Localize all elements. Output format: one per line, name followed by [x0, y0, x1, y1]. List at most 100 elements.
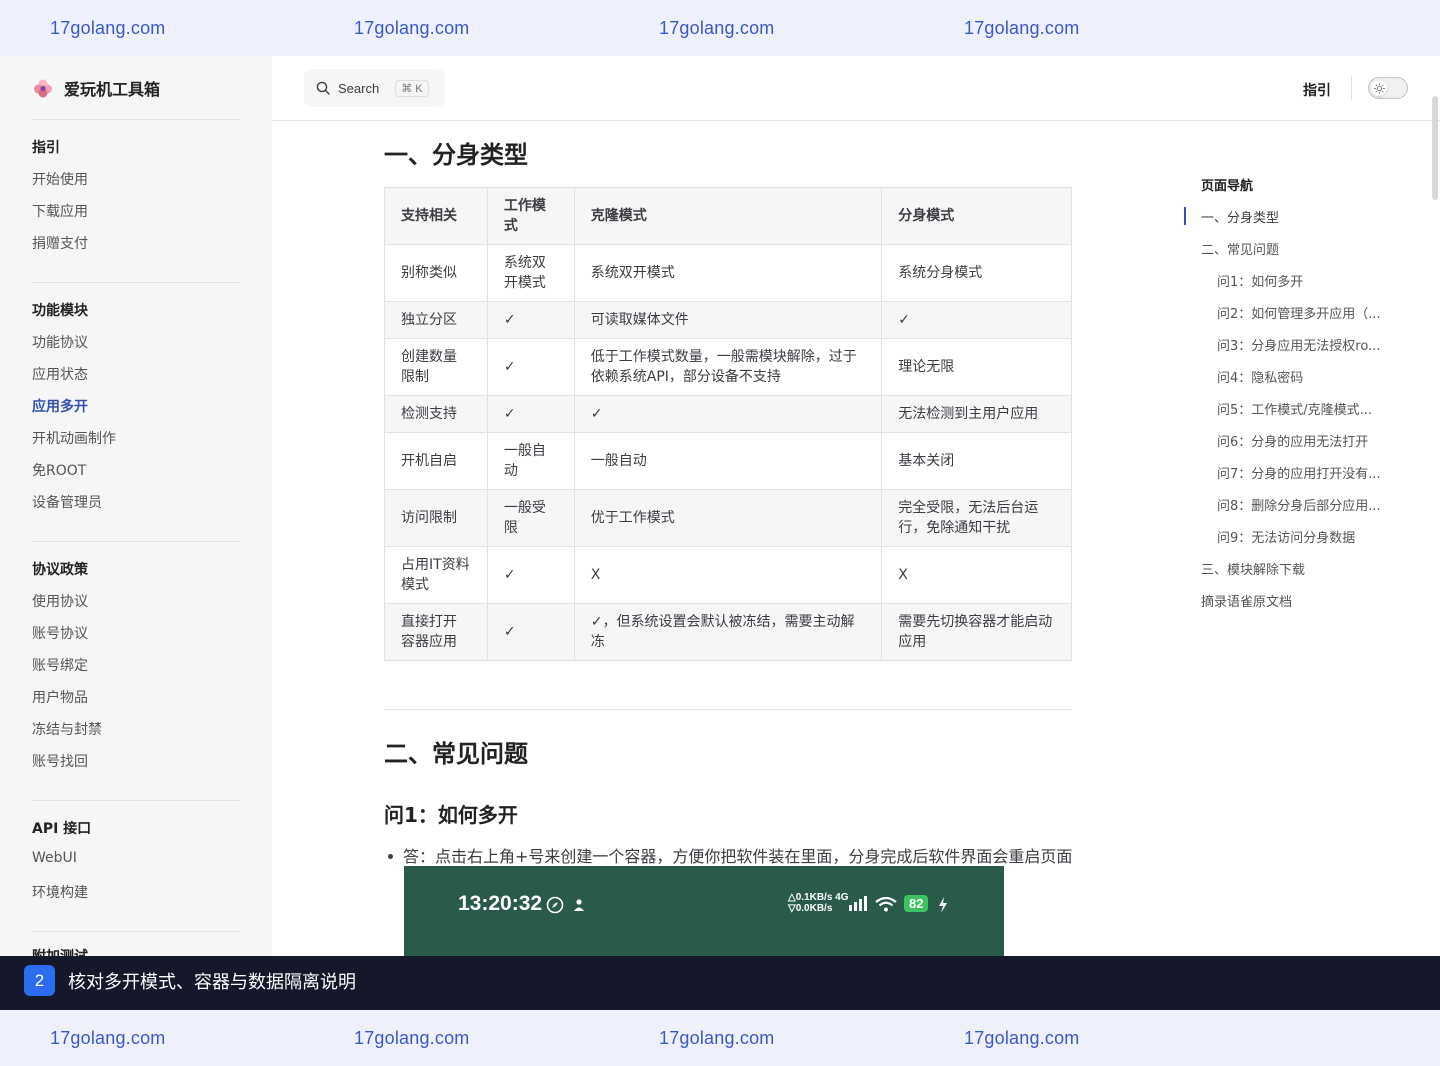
- sidebar-item[interactable]: 免ROOT: [32, 460, 86, 480]
- watermark-bar-bottom: 17golang.com 17golang.com 17golang.com 1…: [0, 1010, 1440, 1066]
- table-cell: 系统双开模式: [573, 244, 883, 302]
- watermark-text: 17golang.com: [50, 17, 166, 38]
- table-row: 直接打开容器应用 ✓ ✓，但系统设置会默认被冻结，需要主动解冻 需要先切换容器才…: [384, 603, 1072, 661]
- nav-divider: [1351, 76, 1352, 100]
- outline-link[interactable]: 问6：分身的应用无法打开: [1217, 431, 1368, 450]
- outline-link[interactable]: 二、常见问题: [1201, 239, 1279, 258]
- table-header-cell: 分身模式: [881, 187, 1072, 245]
- outline-link[interactable]: 问1：如何多开: [1217, 271, 1303, 290]
- table-cell: 直接打开容器应用: [384, 603, 488, 661]
- sidebar-item-active[interactable]: 应用多开: [32, 396, 88, 416]
- watermark-bar-top: 17golang.com 17golang.com 17golang.com 1…: [0, 0, 1440, 56]
- table-row: 开机自启 一般自动 一般自动 基本关闭: [384, 432, 1072, 490]
- outline-link[interactable]: 摘录语雀原文档: [1201, 591, 1292, 610]
- sidebar-divider: [32, 931, 240, 932]
- table-cell: 开机自启: [384, 432, 488, 490]
- watermark-text: 17golang.com: [659, 1027, 775, 1048]
- outline-link[interactable]: 三、模块解除下载: [1201, 559, 1305, 578]
- search-shortcut-badge: ⌘ K: [395, 79, 429, 97]
- bullet-icon: [388, 854, 393, 859]
- sidebar-item[interactable]: 设备管理员: [32, 492, 102, 512]
- table-cell: ✓: [486, 395, 575, 433]
- table-cell: ✓: [486, 301, 575, 339]
- net-upload: △0.1KB/s 4G: [788, 892, 849, 903]
- step-caption-text: 核对多开模式、容器与数据隔离说明: [68, 972, 356, 993]
- sidebar-item[interactable]: 账号绑定: [32, 655, 88, 675]
- watermark-text: 17golang.com: [354, 17, 470, 38]
- sidebar-item[interactable]: 冻结与封禁: [32, 719, 102, 739]
- outline-active-marker: [1184, 207, 1186, 225]
- table-cell: 一般受限: [486, 489, 575, 547]
- toggle-knob: [1371, 80, 1387, 96]
- sidebar-item[interactable]: 捐赠支付: [32, 233, 88, 253]
- compass-icon: [546, 896, 564, 914]
- sidebar-item[interactable]: 应用状态: [32, 364, 88, 384]
- sidebar-divider: [32, 541, 240, 542]
- network-speed: △0.1KB/s 4G ▽0.0KB/s: [788, 892, 849, 914]
- outline-link[interactable]: 问2：如何管理多开应用（...: [1217, 303, 1381, 322]
- search-icon: [316, 81, 330, 95]
- sidebar-item[interactable]: 账号找回: [32, 751, 88, 771]
- scrollbar-thumb[interactable]: [1432, 96, 1438, 200]
- sidebar-group-title[interactable]: 附加测试: [32, 946, 88, 956]
- table-header-row: 支持相关 工作模式 克隆模式 分身模式: [384, 187, 1072, 245]
- sidebar-item[interactable]: 使用协议: [32, 591, 88, 611]
- outline-link-active[interactable]: 一、分身类型: [1201, 207, 1279, 226]
- section-divider: [384, 709, 1072, 710]
- table-cell: 无法检测到主用户应用: [881, 395, 1072, 433]
- watermark-text: 17golang.com: [354, 1027, 470, 1048]
- outline-link[interactable]: 问3：分身应用无法授权ro...: [1217, 335, 1380, 354]
- sidebar-item[interactable]: 开机动画制作: [32, 428, 116, 448]
- table-cell: 需要先切换容器才能启动应用: [881, 603, 1072, 661]
- outline-link[interactable]: 问9：无法访问分身数据: [1217, 527, 1355, 546]
- sidebar-group-title[interactable]: 指引: [32, 137, 60, 157]
- sidebar: 爱玩机工具箱 指引 开始使用 下载应用 捐赠支付 功能模块 功能协议 应用状态 …: [0, 56, 272, 956]
- outline-title: 页面导航: [1201, 179, 1254, 194]
- sidebar-group-title[interactable]: 功能模块: [32, 300, 88, 320]
- table-cell: ✓: [486, 603, 575, 661]
- table-cell: 独立分区: [384, 301, 488, 339]
- section-title: 一、分身类型: [384, 141, 528, 169]
- outline-link[interactable]: 问8：删除分身后部分应用...: [1217, 495, 1381, 514]
- table-cell: 系统双开模式: [486, 244, 575, 302]
- table-cell: 一般自动: [486, 432, 575, 490]
- brand-link[interactable]: 爱玩机工具箱: [32, 76, 160, 100]
- theme-toggle[interactable]: [1368, 77, 1408, 99]
- watermark-text: 17golang.com: [964, 1027, 1080, 1048]
- sun-icon: [1373, 82, 1385, 94]
- table-cell: 基本关闭: [881, 432, 1072, 490]
- table-cell: 一般自动: [573, 432, 883, 490]
- table-row: 访问限制 一般受限 优于工作模式 完全受限，无法后台运行，免除通知干扰: [384, 489, 1072, 547]
- outline-link[interactable]: 问7：分身的应用打开没有...: [1217, 463, 1381, 482]
- answer-text: 答：点击右上角+号来创建一个容器，方便你把软件装在里面，分身完成后软件界面会重启…: [403, 847, 1073, 866]
- sidebar-divider: [32, 119, 240, 120]
- sidebar-item[interactable]: 环境构建: [32, 882, 88, 902]
- sidebar-group-title[interactable]: API 接口: [32, 818, 91, 838]
- outline-link[interactable]: 问4：隐私密码: [1217, 367, 1303, 386]
- sidebar-item[interactable]: WebUI: [32, 850, 77, 866]
- net-download: ▽0.0KB/s: [788, 903, 833, 914]
- signal-bars-icon: [849, 896, 867, 911]
- table-cell: ✓: [486, 546, 575, 604]
- outline-link[interactable]: 问5：工作模式/克隆模式...: [1217, 399, 1372, 418]
- table-cell: 完全受限，无法后台运行，免除通知干扰: [881, 489, 1072, 547]
- sidebar-group-title[interactable]: 协议政策: [32, 559, 88, 579]
- nav-link-guide[interactable]: 指引: [1303, 80, 1331, 100]
- sidebar-item[interactable]: 开始使用: [32, 169, 88, 189]
- sidebar-item[interactable]: 功能协议: [32, 332, 88, 352]
- wifi-icon: [875, 896, 897, 912]
- sidebar-item[interactable]: 账号协议: [32, 623, 88, 643]
- watermark-text: 17golang.com: [964, 17, 1080, 38]
- table-header-cell: 支持相关: [384, 187, 488, 245]
- watermark-text: 17golang.com: [50, 1027, 166, 1048]
- sidebar-item[interactable]: 用户物品: [32, 687, 88, 707]
- brand-title: 爱玩机工具箱: [64, 80, 161, 99]
- table-cell: 理论无限: [881, 338, 1072, 396]
- step-number-badge: 2: [24, 965, 55, 996]
- table-cell: 别称类似: [384, 244, 488, 302]
- table-cell: 优于工作模式: [573, 489, 883, 547]
- section-title: 二、常见问题: [384, 740, 528, 768]
- sidebar-item[interactable]: 下载应用: [32, 201, 88, 221]
- table-cell: 低于工作模式数量，一般需模块解除，过于依赖系统API，部分设备不支持: [573, 338, 883, 396]
- search-button[interactable]: Search ⌘ K: [304, 69, 445, 107]
